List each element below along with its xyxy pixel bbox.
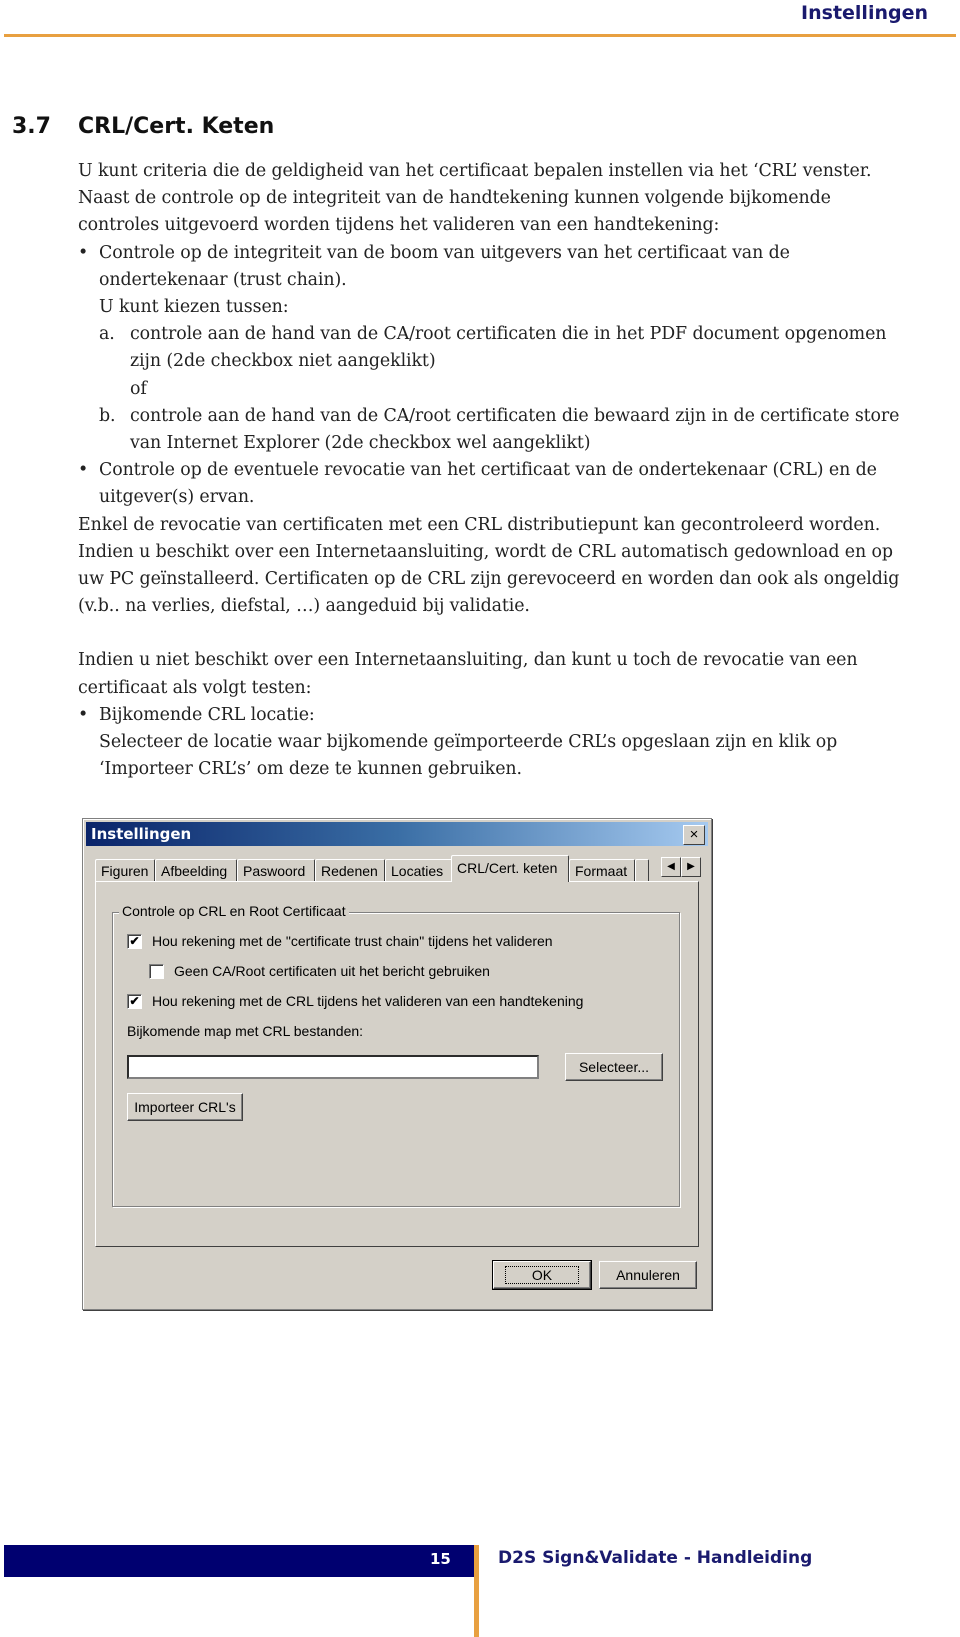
tab-panel: Controle op CRL en Root Certificaat ✔ Ho… [95,881,699,1247]
tab-figuren[interactable]: Figuren [95,859,155,881]
checkbox-label: Hou rekening met de "certificate trust c… [152,933,553,949]
import-crls-button[interactable]: Importeer CRL's [127,1093,243,1121]
section-title: CRL/Cert. Keten [78,114,275,139]
checkbox-no-ca-root[interactable]: Geen CA/Root certificaten uit het berich… [149,963,490,979]
bullet-item: Bijkomende CRL locatie: [78,702,958,729]
option-label: a. [99,324,115,345]
cancel-button[interactable]: Annuleren [599,1261,697,1289]
paragraph: Enkel de revocatie van certificaten met … [78,514,881,535]
paragraph: uw PC geïnstalleerd. Certificaten op de … [78,569,900,590]
bullet-continuation: ondertekenaar (trust chain). [99,269,347,290]
tab-redenen[interactable]: Redenen [315,859,385,881]
tab-locaties[interactable]: Locaties [385,859,453,881]
option-b: b. controle aan de hand van de CA/root ce… [78,403,958,430]
bullet-continuation: ‘Importeer CRL’s’ om deze te kunnen gebr… [99,759,522,780]
checkbox-trust-chain[interactable]: ✔ Hou rekening met de "certificate trust… [127,933,553,949]
paragraph: (v.b.. na verlies, diefstal, …) aangedui… [78,596,530,617]
header-rule [4,34,956,37]
crl-folder-label: Bijkomende map met CRL bestanden: [127,1023,364,1039]
tab-afbeelding[interactable]: Afbeelding [155,859,237,881]
paragraph: U kunt criteria die de geldigheid van he… [78,161,872,181]
tab-paswoord[interactable]: Paswoord [237,859,315,881]
chevron-right-icon[interactable]: ▶ [681,857,701,877]
tab-overflow[interactable] [635,859,649,881]
bullet-continuation: Selecteer de locatie waar bijkomende geï… [99,732,838,753]
tab-formaat[interactable]: Formaat [569,859,635,881]
close-icon[interactable]: × [683,825,705,845]
option-continuation: van Internet Explorer (2de checkbox wel … [130,433,591,454]
paragraph: U kunt kiezen tussen: [99,297,289,318]
checkbox[interactable] [149,963,164,979]
footer-bar [4,1545,474,1577]
bullet-item: Controle op de eventuele revocatie van h… [78,457,958,484]
bullet-item: Controle op de integriteit van de boom v… [78,240,958,267]
tab-scroll: ◀ ▶ [661,857,701,877]
footer-title: D2S Sign&Validate - Handleiding [498,1548,813,1568]
option-label: b. [99,405,116,426]
body-text: U kunt criteria die de geldigheid van he… [78,158,958,783]
option-text: controle aan de hand van de CA/root cert… [130,405,900,426]
chevron-left-icon[interactable]: ◀ [661,857,681,877]
tab-crl-cert-keten[interactable]: CRL/Cert. keten [451,855,569,882]
checkbox[interactable]: ✔ [127,993,142,1009]
bullet-continuation: uitgever(s) ervan. [99,487,255,508]
option-text: controle aan de hand van de CA/root cert… [130,324,887,345]
checkbox-label: Hou rekening met de CRL tijdens het vali… [152,993,584,1009]
footer-accent [474,1545,479,1637]
dialog-title-bar[interactable]: Instellingen × [86,822,708,846]
select-button[interactable]: Selecteer... [565,1053,663,1081]
paragraph: Indien u niet beschikt over een Internet… [78,650,858,671]
checkbox[interactable]: ✔ [127,933,142,949]
checkbox-label: Geen CA/Root certificaten uit het berich… [174,963,490,979]
tab-strip: Figuren Afbeelding Paswoord Redenen Loca… [95,855,701,882]
ok-label: OK [504,1266,580,1284]
crl-root-group: Controle op CRL en Root Certificaat ✔ Ho… [112,903,680,1207]
page-number: 15 [430,1550,451,1568]
paragraph: controles uitgevoerd worden tijdens het … [78,215,720,236]
option-continuation: zijn (2de checkbox niet aangeklikt) [130,351,436,372]
section-number: 3.7 [12,114,51,139]
or-text: of [130,378,147,399]
dialog-title: Instellingen [91,825,192,843]
paragraph: Indien u beschikt over een Internetaansl… [78,541,893,562]
crl-folder-input[interactable] [127,1055,539,1079]
settings-dialog: Instellingen × Figuren Afbeelding Paswoo… [82,818,712,1310]
running-header-title: Instellingen [801,2,928,24]
group-label: Controle op CRL en Root Certificaat [119,903,349,919]
checkbox-crl[interactable]: ✔ Hou rekening met de CRL tijdens het va… [127,993,583,1009]
option-a: a. controle aan de hand van de CA/root ce… [78,321,958,348]
ok-button[interactable]: OK [492,1260,592,1290]
paragraph: certificaat als volgt testen: [78,677,312,698]
paragraph: Naast de controle op de integriteit van … [78,188,831,209]
